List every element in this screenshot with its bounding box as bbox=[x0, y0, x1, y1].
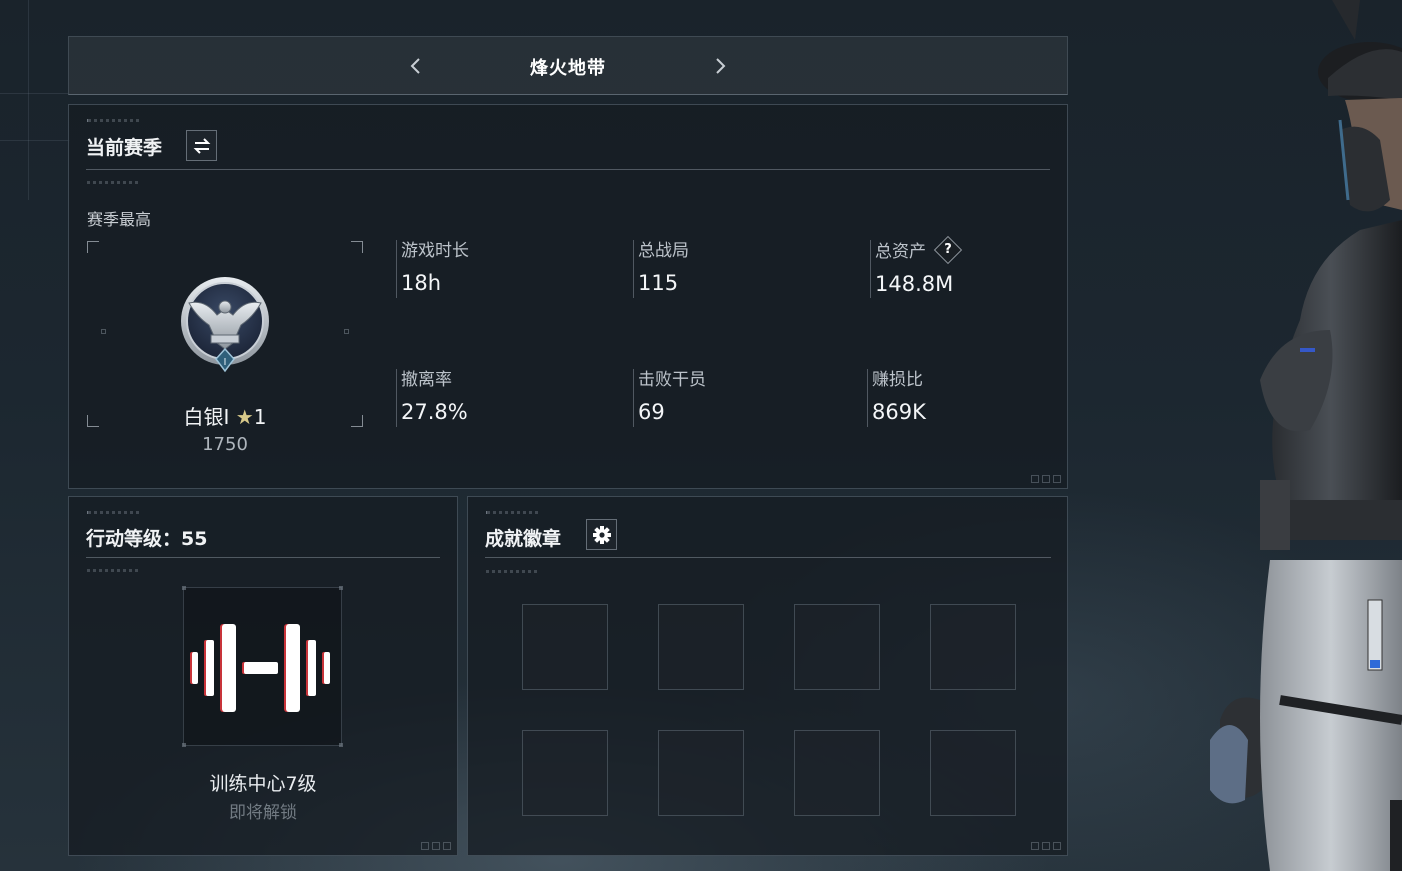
rank-stars: 1 bbox=[253, 405, 267, 429]
rank-card[interactable]: I 白银I ★1 1750 bbox=[87, 241, 363, 455]
stat-extraction-rate: 撤离率 27.8% bbox=[396, 369, 616, 427]
svg-text:I: I bbox=[224, 357, 227, 368]
badge-slot[interactable] bbox=[794, 730, 880, 816]
swap-icon[interactable] bbox=[186, 130, 217, 161]
side-mark bbox=[344, 329, 349, 334]
side-mark bbox=[101, 329, 106, 334]
background-line bbox=[0, 93, 70, 94]
chevron-right-icon[interactable] bbox=[709, 55, 731, 77]
stat-label: 游戏时长 bbox=[401, 241, 469, 261]
decorative-tick bbox=[87, 181, 139, 184]
rank-name: 白银I ★1 bbox=[87, 401, 363, 430]
mode-title: 烽火地带 bbox=[530, 58, 606, 79]
stat-play-time: 游戏时长 18h bbox=[396, 240, 616, 298]
stat-value: 18h bbox=[401, 271, 442, 295]
stat-value: 148.8M bbox=[875, 272, 954, 296]
badges-panel: 成就徽章 bbox=[467, 496, 1068, 856]
mode-selector-bar: 烽火地带 bbox=[68, 36, 1068, 95]
stat-label: 击败干员 bbox=[638, 370, 706, 390]
badge-slot[interactable] bbox=[522, 604, 608, 690]
corner-point bbox=[339, 586, 343, 590]
corner-bracket bbox=[87, 241, 99, 253]
level-divider bbox=[86, 557, 440, 558]
stat-operators-defeated: 击败干员 69 bbox=[633, 369, 853, 427]
dumbbell-icon bbox=[190, 624, 330, 712]
background-line bbox=[0, 140, 70, 141]
corner-dots bbox=[1031, 842, 1061, 850]
help-icon[interactable]: ? bbox=[933, 235, 963, 265]
level-panel: 行动等级：55 训练中心7级 即将解锁 bbox=[68, 496, 458, 856]
corner-point bbox=[182, 586, 186, 590]
decorative-tick bbox=[486, 570, 538, 573]
corner-bracket bbox=[351, 241, 363, 253]
gear-icon[interactable] bbox=[586, 519, 617, 550]
unlock-status: 即将解锁 bbox=[229, 803, 297, 823]
badge-slot[interactable] bbox=[658, 604, 744, 690]
stat-label: 赚损比 bbox=[872, 370, 923, 390]
unlock-requirement: 训练中心7级 bbox=[209, 773, 317, 795]
level-title: 行动等级：55 bbox=[86, 528, 208, 550]
decorative-tick bbox=[87, 119, 139, 122]
stat-value: 69 bbox=[638, 400, 665, 424]
badge-slot[interactable] bbox=[658, 730, 744, 816]
stat-label: 总战局 bbox=[638, 241, 689, 261]
corner-dots bbox=[1031, 475, 1061, 483]
stat-total-matches: 总战局 115 bbox=[633, 240, 853, 298]
corner-point bbox=[339, 743, 343, 747]
badge-slot[interactable] bbox=[794, 604, 880, 690]
stat-label: 撤离率 bbox=[401, 370, 452, 390]
badge-slot[interactable] bbox=[930, 730, 1016, 816]
corner-point bbox=[182, 743, 186, 747]
badges-title: 成就徽章 bbox=[485, 528, 562, 550]
operator-character-image bbox=[1210, 0, 1402, 871]
star-icon: ★ bbox=[235, 405, 254, 429]
level-unlock-card[interactable] bbox=[182, 586, 343, 747]
corner-dots bbox=[421, 842, 451, 850]
stat-label: 总资产? bbox=[875, 235, 1090, 265]
stat-profit-ratio: 赚损比 869K bbox=[867, 369, 1087, 427]
stat-value: 115 bbox=[638, 271, 679, 295]
rank-score: 1750 bbox=[202, 434, 248, 455]
stat-label-text: 总资产 bbox=[875, 242, 926, 262]
season-panel: 当前赛季 赛季最高 I 白银I ★1 1750 游戏时长 18h 总战局 115… bbox=[68, 104, 1068, 489]
season-divider bbox=[86, 169, 1050, 170]
badges-divider bbox=[485, 557, 1051, 558]
season-best-label: 赛季最高 bbox=[87, 210, 152, 229]
help-mark: ? bbox=[944, 242, 952, 257]
badge-slot[interactable] bbox=[522, 730, 608, 816]
background-line bbox=[28, 0, 29, 200]
stat-value: 27.8% bbox=[401, 400, 468, 424]
rank-tier: 白银I bbox=[183, 405, 230, 429]
decorative-tick bbox=[486, 511, 538, 514]
decorative-tick bbox=[87, 569, 139, 572]
decorative-tick bbox=[87, 511, 139, 514]
badge-slot[interactable] bbox=[930, 604, 1016, 690]
stat-value: 869K bbox=[872, 400, 926, 424]
eagle-emblem-icon: I bbox=[181, 277, 269, 373]
stat-total-assets: 总资产? 148.8M bbox=[870, 235, 1090, 298]
season-title: 当前赛季 bbox=[86, 137, 163, 159]
